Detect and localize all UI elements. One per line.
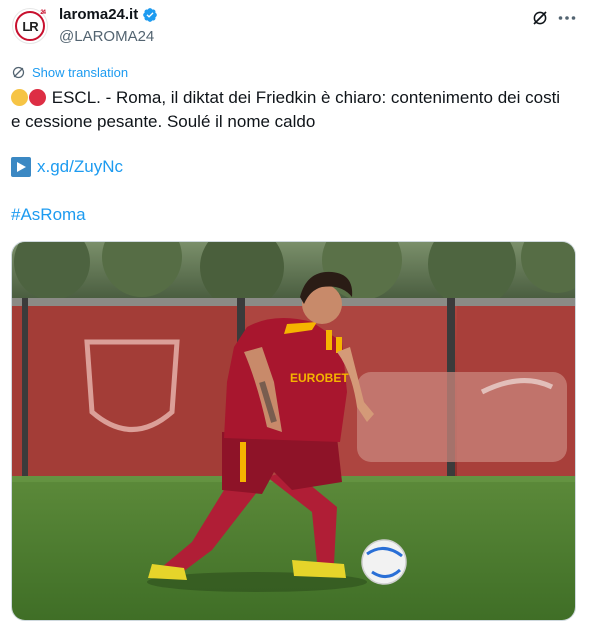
show-translation-label[interactable]: Show translation	[32, 65, 128, 80]
grok-icon	[533, 11, 547, 25]
more-icon	[558, 16, 576, 20]
red-circle-icon	[29, 89, 46, 106]
show-translation[interactable]: Show translation	[11, 65, 128, 80]
avatar-logo-text: LR	[22, 18, 38, 34]
logo-mark: LR 24	[15, 10, 46, 41]
translate-icon	[12, 66, 25, 79]
play-button-icon	[11, 157, 31, 177]
tweet-card: LR 24 laroma24.it @LAROMA24 Show transla	[0, 0, 596, 621]
tweet-body: ESCL. - Roma, il diktat dei Friedkin è c…	[11, 88, 561, 131]
author-name-row[interactable]: laroma24.it	[59, 6, 158, 23]
more-options-button[interactable]	[556, 8, 578, 28]
verified-badge-icon	[143, 7, 158, 22]
yellow-circle-icon	[11, 89, 28, 106]
tweet-text: ESCL. - Roma, il diktat dei Friedkin è c…	[11, 86, 571, 134]
tweet-link[interactable]: x.gd/ZuyNc	[37, 157, 123, 177]
football-player-photo: EUROBET	[12, 242, 575, 620]
avatar[interactable]: LR 24	[12, 8, 48, 44]
author-handle[interactable]: @LAROMA24	[59, 28, 154, 45]
tweet-media-photo[interactable]: EUROBET	[11, 241, 576, 621]
grok-button[interactable]	[530, 8, 550, 28]
display-name[interactable]: laroma24.it	[59, 6, 138, 23]
tweet-link-row: x.gd/ZuyNc	[11, 157, 123, 177]
jersey-sponsor: EUROBET	[290, 371, 349, 385]
avatar-logo-number: 24	[40, 10, 46, 16]
hashtag-link[interactable]: #AsRoma	[11, 205, 86, 225]
